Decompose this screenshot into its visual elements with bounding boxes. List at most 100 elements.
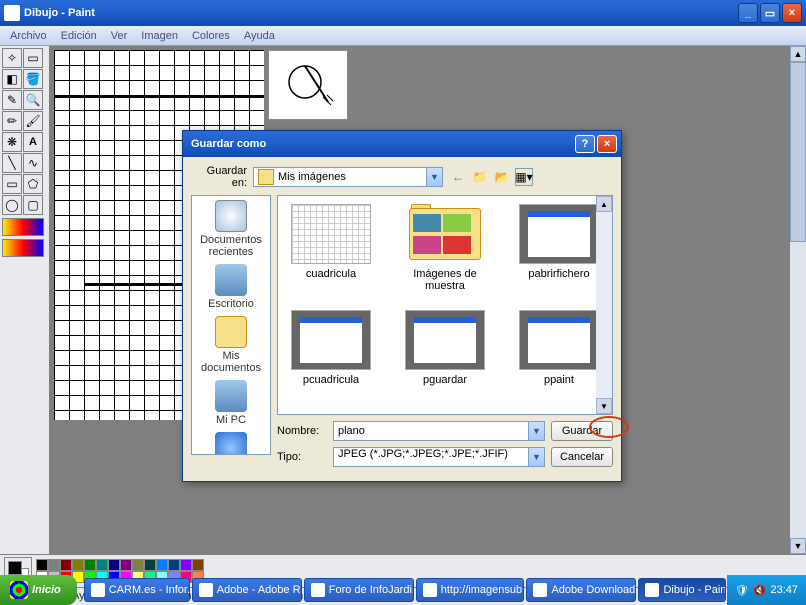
color-swatch[interactable] [144,559,156,571]
color-swatch[interactable] [96,559,108,571]
taskbar-item[interactable]: Dibujo - Paint [638,578,725,602]
dialog-help-button[interactable]: ? [575,135,595,153]
app-icon [645,583,659,597]
color-swatch[interactable] [84,559,96,571]
color-swatch[interactable] [120,559,132,571]
tool-roundrect[interactable]: ▢ [23,195,43,215]
tool-ellipse[interactable]: ◯ [2,195,22,215]
color-swatch[interactable] [60,559,72,571]
menubar: Archivo Edición Ver Imagen Colores Ayuda [0,26,806,46]
menu-colores[interactable]: Colores [186,28,236,44]
close-button[interactable]: × [782,3,802,23]
scroll-down-icon[interactable]: ▼ [790,538,806,554]
maximize-button[interactable]: ▭ [760,3,780,23]
color-swatch[interactable] [132,559,144,571]
tool-eraser[interactable]: ◧ [2,69,22,89]
place-mypc[interactable]: Mi PC [215,380,247,426]
system-tray[interactable]: 🛡 🔇 23:47 [727,575,806,605]
dialog-close-button[interactable]: × [597,135,617,153]
start-button[interactable]: Inicio [0,575,77,605]
tool-picker[interactable]: ✎ [2,90,22,110]
scroll-down-icon[interactable]: ▼ [596,398,612,414]
cancel-button[interactable]: Cancelar [551,447,613,467]
taskbar-item[interactable]: Foro de InfoJardi... [304,578,414,602]
menu-imagen[interactable]: Imagen [135,28,184,44]
file-scrollbar[interactable]: ▲ ▼ [596,196,612,414]
chevron-down-icon[interactable]: ▼ [426,168,442,186]
color-swatch[interactable] [156,559,168,571]
chevron-down-icon[interactable]: ▼ [528,422,544,440]
place-network[interactable]: Mis sitios de red [194,432,268,455]
filename-field[interactable] [338,422,520,440]
vertical-scrollbar[interactable]: ▲ ▼ [790,46,806,554]
back-icon[interactable]: ← [449,168,467,186]
up-folder-icon[interactable]: 📁 [471,168,489,186]
tray-icon[interactable]: 🔇 [753,584,767,597]
place-recent[interactable]: Documentos recientes [194,200,268,258]
color-swatch[interactable] [72,559,84,571]
save-dialog: Guardar como ? × Guardar en: Mis imágene… [182,130,622,482]
minimize-button[interactable]: _ [738,3,758,23]
color-swatch[interactable] [108,559,120,571]
clock: 23:47 [770,584,798,596]
tool-curve[interactable]: ∿ [23,153,43,173]
tool-rect-select[interactable]: ▭ [23,48,43,68]
place-documents[interactable]: Mis documentos [194,316,268,374]
documents-icon [215,316,247,348]
menu-ver[interactable]: Ver [105,28,134,44]
tray-icon[interactable]: 🛡 [735,584,749,597]
folder-icon [258,169,274,185]
menu-edicion[interactable]: Edición [55,28,103,44]
view-menu-icon[interactable]: ▦▾ [515,168,533,186]
chevron-down-icon[interactable]: ▼ [528,448,544,466]
window-title: Dibujo - Paint [24,7,738,19]
file-item[interactable]: Imágenes de muestra [400,204,490,292]
taskbar-item[interactable]: CARM.es - Infor... [84,578,190,602]
scroll-up-icon[interactable]: ▲ [596,196,612,212]
canvas-preview [268,50,348,120]
tool-brush[interactable]: 🖌 [23,111,43,131]
tool-pencil[interactable]: ✏ [2,111,22,131]
tool-polygon[interactable]: ⬠ [23,174,43,194]
tool-option-1[interactable] [2,218,44,236]
file-list[interactable]: cuadricula Imágenes de muestra pabrirfiche… [277,195,613,415]
color-swatch[interactable] [36,559,48,571]
tool-zoom[interactable]: 🔍 [23,90,43,110]
name-label: Nombre: [277,425,327,437]
taskbar: Inicio CARM.es - Infor...Adobe - Adobe R… [0,575,806,605]
menu-archivo[interactable]: Archivo [4,28,53,44]
file-item[interactable]: pguardar [400,310,490,386]
color-swatch[interactable] [192,559,204,571]
tool-rect[interactable]: ▭ [2,174,22,194]
file-item[interactable]: pcuadricula [286,310,376,386]
tool-spray[interactable]: ❋ [2,132,22,152]
menu-ayuda[interactable]: Ayuda [238,28,281,44]
filetype-combo[interactable]: JPEG (*.JPG;*.JPEG;*.JPE;*.JFIF) ▼ [333,447,545,467]
tool-free-select[interactable]: ✧ [2,48,22,68]
file-item[interactable]: ppaint [514,310,604,386]
taskbar-item[interactable]: Adobe - Adobe R... [192,578,302,602]
tool-text[interactable]: A [23,132,43,152]
color-swatch[interactable] [168,559,180,571]
place-desktop[interactable]: Escritorio [208,264,254,310]
save-in-combo[interactable]: Mis imágenes ▼ [253,167,443,187]
scroll-thumb[interactable] [790,62,806,242]
app-icon [423,583,437,597]
type-label: Tipo: [277,451,327,463]
new-folder-icon[interactable]: 📂 [493,168,511,186]
tool-line[interactable]: ╲ [2,153,22,173]
scroll-up-icon[interactable]: ▲ [790,46,806,62]
tool-fill[interactable]: 🪣 [23,69,43,89]
save-button[interactable]: Guardar [551,421,613,441]
desktop-icon [215,264,247,296]
file-item[interactable]: pabrirfichero [514,204,604,292]
filename-input[interactable]: ▼ [333,421,545,441]
taskbar-item[interactable]: Adobe Download ... [526,578,636,602]
color-swatch[interactable] [48,559,60,571]
taskbar-item[interactable]: http://imagensub... [416,578,525,602]
app-icon [311,583,325,597]
file-item[interactable]: cuadricula [286,204,376,292]
color-swatch[interactable] [180,559,192,571]
save-in-value: Mis imágenes [278,171,346,183]
tool-option-2[interactable] [2,239,44,257]
